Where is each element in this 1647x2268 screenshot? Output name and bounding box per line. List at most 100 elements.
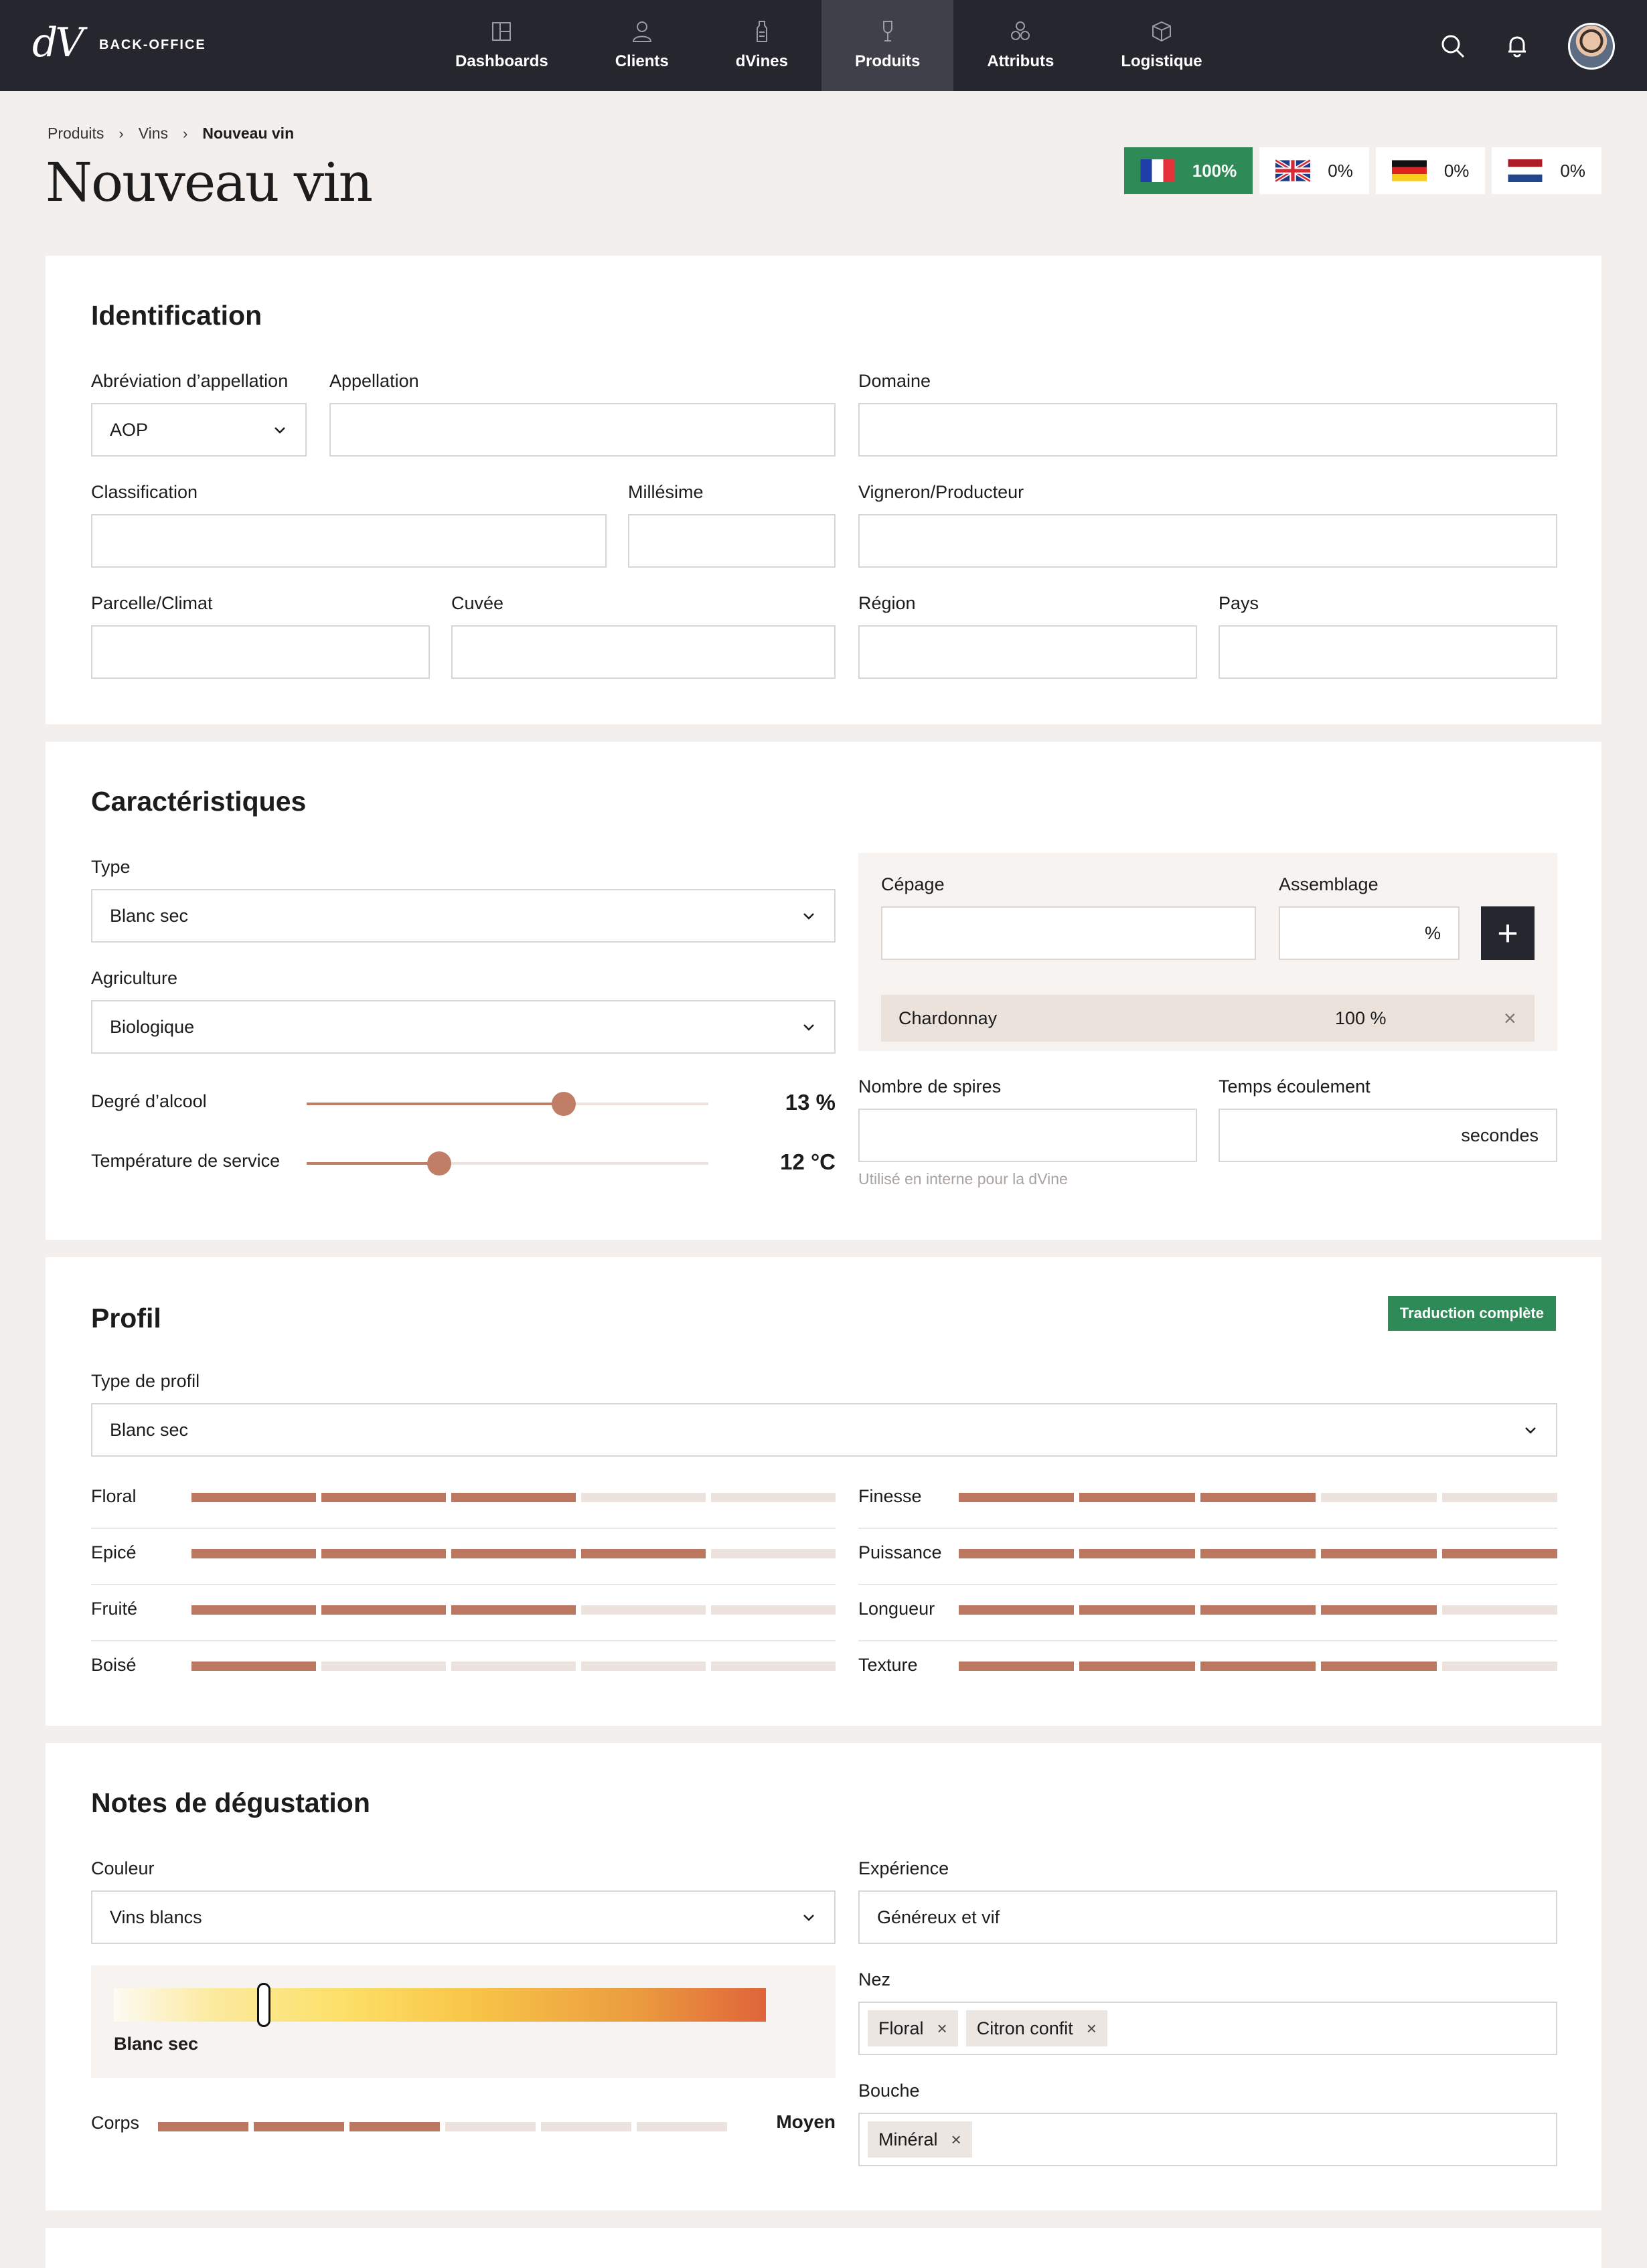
level-segment[interactable] <box>321 1493 446 1502</box>
nav-item-logistique[interactable]: Logistique <box>1087 0 1235 91</box>
level-segment[interactable] <box>637 2122 727 2131</box>
level-segment[interactable] <box>1200 1605 1316 1615</box>
ecoulement-input[interactable]: secondes <box>1219 1109 1557 1162</box>
profil-level-bar[interactable] <box>191 1549 836 1558</box>
close-icon[interactable]: × <box>951 2129 961 2150</box>
spires-input[interactable] <box>858 1109 1197 1162</box>
logo[interactable]: dV <box>32 23 84 63</box>
breadcrumb-item-vins[interactable]: Vins <box>139 125 168 143</box>
close-icon[interactable]: × <box>937 2018 947 2039</box>
vigneron-input[interactable] <box>858 514 1557 568</box>
bouche-input[interactable]: Minéral × <box>858 2113 1557 2166</box>
assemblage-input[interactable]: % <box>1279 906 1460 960</box>
level-segment[interactable] <box>191 1605 316 1615</box>
corps-bar[interactable] <box>158 2122 727 2131</box>
level-segment[interactable] <box>541 2122 631 2131</box>
profil-type-select[interactable]: Blanc sec <box>91 1403 1557 1457</box>
level-segment[interactable] <box>1321 1493 1437 1502</box>
profil-level-bar[interactable] <box>959 1662 1558 1671</box>
region-input[interactable] <box>858 625 1197 679</box>
level-segment[interactable] <box>1441 1605 1558 1615</box>
nav-item-clients[interactable]: Clients <box>582 0 702 91</box>
level-segment[interactable] <box>581 1549 706 1558</box>
level-segment[interactable] <box>451 1605 576 1615</box>
profil-level-bar[interactable] <box>191 1493 836 1502</box>
parcelle-input[interactable] <box>91 625 430 679</box>
level-segment[interactable] <box>191 1493 316 1502</box>
level-segment[interactable] <box>1441 1549 1558 1558</box>
level-segment[interactable] <box>711 1493 836 1502</box>
bell-icon[interactable] <box>1504 33 1531 60</box>
experience-input[interactable]: Généreux et vif <box>858 1890 1557 1944</box>
language-fr[interactable]: 100% <box>1123 147 1253 194</box>
level-segment[interactable] <box>1441 1662 1558 1671</box>
language-nl[interactable]: 0% <box>1492 147 1601 194</box>
level-segment[interactable] <box>1321 1662 1437 1671</box>
profil-level-bar[interactable] <box>191 1605 836 1615</box>
slider-knob[interactable] <box>552 1092 576 1116</box>
profil-level-bar[interactable] <box>959 1549 1558 1558</box>
level-segment[interactable] <box>581 1605 706 1615</box>
level-segment[interactable] <box>1079 1549 1195 1558</box>
language-en[interactable]: 0% <box>1259 147 1369 194</box>
level-segment[interactable] <box>1321 1549 1437 1558</box>
level-segment[interactable] <box>959 1549 1075 1558</box>
nav-item-dashboards[interactable]: Dashboards <box>422 0 582 91</box>
level-segment[interactable] <box>321 1549 446 1558</box>
level-segment[interactable] <box>451 1662 576 1671</box>
close-icon[interactable]: × <box>1504 1006 1516 1031</box>
level-segment[interactable] <box>1200 1549 1316 1558</box>
cepage-input[interactable] <box>881 906 1256 960</box>
level-segment[interactable] <box>959 1605 1075 1615</box>
nav-item-attributs[interactable]: Attributs <box>953 0 1087 91</box>
pays-input[interactable] <box>1219 625 1557 679</box>
nav-item-produits[interactable]: Produits <box>821 0 954 91</box>
level-segment[interactable] <box>191 1549 316 1558</box>
nav-item-dvines[interactable]: dVines <box>702 0 821 91</box>
level-segment[interactable] <box>451 1493 576 1502</box>
color-gradient[interactable] <box>114 1988 766 2022</box>
millesime-input[interactable] <box>628 514 836 568</box>
level-segment[interactable] <box>959 1493 1075 1502</box>
color-handle[interactable] <box>257 1983 270 2027</box>
add-cepage-button[interactable]: + <box>1481 906 1535 960</box>
slider-knob[interactable] <box>427 1151 451 1176</box>
language-de[interactable]: 0% <box>1375 147 1486 194</box>
level-segment[interactable] <box>191 1662 316 1671</box>
level-segment[interactable] <box>711 1549 836 1558</box>
profil-level-bar[interactable] <box>191 1662 836 1671</box>
level-segment[interactable] <box>959 1662 1075 1671</box>
level-segment[interactable] <box>321 1662 446 1671</box>
profil-level-bar[interactable] <box>959 1493 1558 1502</box>
profil-level-bar[interactable] <box>959 1605 1558 1615</box>
alcool-slider[interactable] <box>307 1090 708 1117</box>
level-segment[interactable] <box>1200 1493 1316 1502</box>
abbr-select[interactable]: AOP <box>91 403 307 457</box>
level-segment[interactable] <box>711 1605 836 1615</box>
breadcrumb-item-produits[interactable]: Produits <box>48 125 104 143</box>
level-segment[interactable] <box>254 2122 344 2131</box>
level-segment[interactable] <box>581 1662 706 1671</box>
level-segment[interactable] <box>711 1662 836 1671</box>
search-icon[interactable] <box>1439 33 1466 60</box>
level-segment[interactable] <box>321 1605 446 1615</box>
temperature-slider[interactable] <box>307 1150 708 1177</box>
avatar[interactable] <box>1568 23 1615 70</box>
cuvee-input[interactable] <box>451 625 836 679</box>
domaine-input[interactable] <box>858 403 1557 457</box>
level-segment[interactable] <box>581 1493 706 1502</box>
nez-input[interactable]: Floral × Citron confit × <box>858 2002 1557 2055</box>
level-segment[interactable] <box>158 2122 248 2131</box>
level-segment[interactable] <box>349 2122 440 2131</box>
level-segment[interactable] <box>1079 1493 1195 1502</box>
level-segment[interactable] <box>1079 1605 1195 1615</box>
couleur-select[interactable]: Vins blancs <box>91 1890 836 1944</box>
level-segment[interactable] <box>1079 1662 1195 1671</box>
level-segment[interactable] <box>1200 1662 1316 1671</box>
classification-input[interactable] <box>91 514 607 568</box>
level-segment[interactable] <box>451 1549 576 1558</box>
agriculture-select[interactable]: Biologique <box>91 1000 836 1054</box>
level-segment[interactable] <box>1441 1493 1558 1502</box>
type-select[interactable]: Blanc sec <box>91 889 836 943</box>
level-segment[interactable] <box>1321 1605 1437 1615</box>
